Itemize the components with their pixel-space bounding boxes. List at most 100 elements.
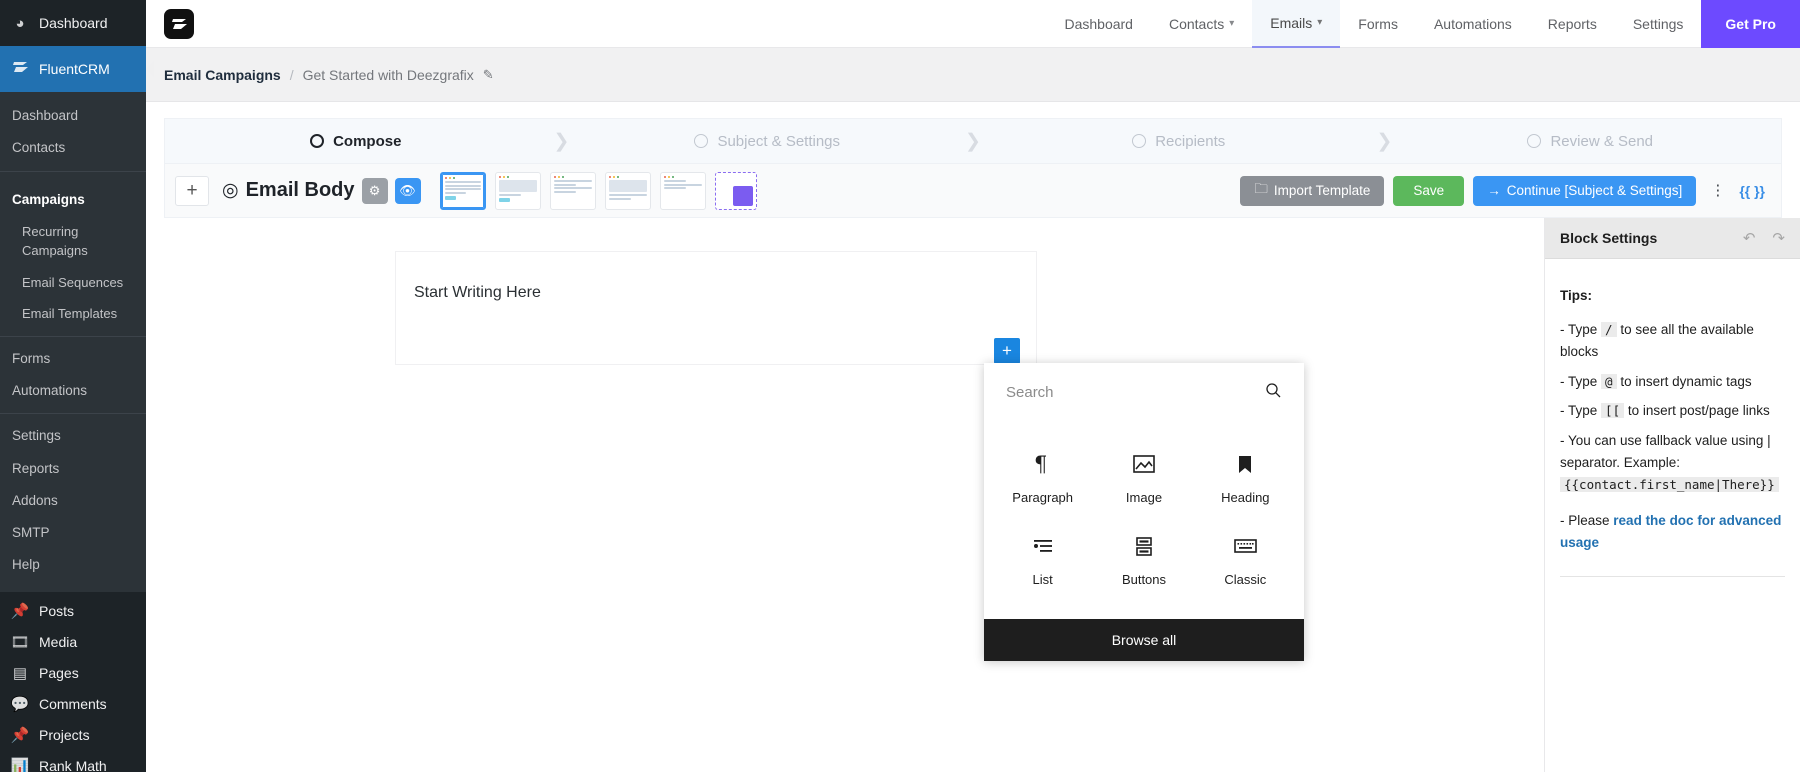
step-subject-settings[interactable]: Subject & Settings <box>577 133 959 150</box>
continue-label: Continue [Subject & Settings] <box>1507 183 1683 198</box>
nav-automations[interactable]: Automations <box>1416 0 1530 48</box>
wp-lower-menu: 📌 Posts 🎞 Media ▤ Pages 💬 Comments 📌 Pro… <box>0 592 146 772</box>
sidebar-item-pages[interactable]: ▤ Pages <box>0 658 146 689</box>
template-thumb-simple-text[interactable] <box>440 172 486 210</box>
sidebar-item-label: Posts <box>39 603 74 619</box>
step-review-send[interactable]: Review & Send <box>1400 133 1782 150</box>
eye-icon[interactable]: 👁 <box>395 178 421 204</box>
get-pro-button[interactable]: Get Pro <box>1701 0 1800 48</box>
tip-2-pre: - Type <box>1560 374 1597 389</box>
submenu-dashboard[interactable]: Dashboard <box>0 100 146 132</box>
sidebar-item-posts[interactable]: 📌 Posts <box>0 596 146 627</box>
nav-contacts[interactable]: Contacts ▾ <box>1151 0 1252 48</box>
submenu-reports[interactable]: Reports <box>0 453 146 485</box>
chevron-down-icon: ▾ <box>1229 18 1234 29</box>
tip-3-pre: - Type <box>1560 403 1597 418</box>
history-actions: ↶ ↷ <box>1743 229 1785 247</box>
submenu-forms[interactable]: Forms <box>0 343 146 375</box>
submenu-recurring-campaigns[interactable]: Recurring Campaigns <box>0 216 146 267</box>
block-search-input[interactable] <box>1006 384 1257 401</box>
submenu-help[interactable]: Help <box>0 549 146 581</box>
nav-label: Dashboard <box>1064 16 1133 32</box>
plugin-nav: Dashboard Contacts ▾ Emails ▾ Forms Auto… <box>1046 0 1800 48</box>
nav-settings[interactable]: Settings <box>1615 0 1702 48</box>
breadcrumb-root[interactable]: Email Campaigns <box>164 67 281 83</box>
tip-2-code: @ <box>1601 374 1617 389</box>
campaign-editor: Compose ❯ Subject & Settings ❯ Recipient… <box>146 102 1800 772</box>
nav-label: Reports <box>1548 16 1597 32</box>
email-document[interactable]: Start Writing Here <box>396 252 1036 364</box>
nav-emails[interactable]: Emails ▾ <box>1252 0 1340 48</box>
save-button[interactable]: Save <box>1393 176 1464 206</box>
step-compose[interactable]: Compose <box>165 133 547 150</box>
submenu-contacts[interactable]: Contacts <box>0 132 146 164</box>
block-inserter-toggle[interactable]: + <box>994 338 1020 364</box>
block-settings-body: Tips: - Type / to see all the available … <box>1545 259 1800 577</box>
block-item-classic[interactable]: Classic <box>1195 519 1296 601</box>
template-thumb-code[interactable] <box>660 172 706 210</box>
sidebar-item-label: Media <box>39 634 77 650</box>
submenu-smtp[interactable]: SMTP <box>0 517 146 549</box>
email-canvas[interactable]: Start Writing Here + <box>146 218 1545 772</box>
sidebar-item-media[interactable]: 🎞 Media <box>0 627 146 658</box>
block-label: Paragraph <box>1012 490 1073 505</box>
submenu-email-sequences[interactable]: Email Sequences <box>0 267 146 299</box>
tip-4: - You can use fallback value using | sep… <box>1560 430 1785 496</box>
tip-1-code: / <box>1601 322 1617 337</box>
fluentcrm-logo-icon[interactable] <box>164 9 194 39</box>
submenu-email-templates[interactable]: Email Templates <box>0 298 146 330</box>
template-thumb-image-text[interactable] <box>495 172 541 210</box>
nav-label: Settings <box>1633 16 1684 32</box>
paragraph-placeholder[interactable]: Start Writing Here <box>414 284 541 302</box>
sidebar-item-rank-math[interactable]: 📊 Rank Math <box>0 751 146 772</box>
import-template-button[interactable]: 🗀 Import Template <box>1240 176 1384 206</box>
classic-keyboard-icon <box>1234 533 1257 559</box>
tip-4-text: - You can use fallback value using | sep… <box>1560 433 1771 470</box>
step-label: Review & Send <box>1550 133 1653 150</box>
submenu-automations[interactable]: Automations <box>0 375 146 407</box>
redo-icon[interactable]: ↷ <box>1772 229 1785 247</box>
browse-all-button[interactable]: Browse all <box>984 619 1304 661</box>
sidebar-item-fluentcrm[interactable]: FluentCRM <box>0 46 146 92</box>
sidebar-item-dashboard[interactable]: ◕ Dashboard <box>0 0 146 46</box>
folder-icon: 🗀 <box>1254 179 1268 202</box>
kebab-menu-icon[interactable]: ⋮ <box>1705 183 1730 198</box>
submenu-divider-3 <box>0 413 146 414</box>
dashboard-icon: ◕ <box>10 15 30 32</box>
chevron-down-icon: ▾ <box>1317 17 1322 28</box>
gear-icon[interactable]: ⚙ <box>362 178 388 204</box>
block-item-buttons[interactable]: Buttons <box>1093 519 1194 601</box>
search-icon[interactable] <box>1265 382 1282 404</box>
smartcodes-icon[interactable]: {{ }} <box>1739 183 1771 199</box>
step-recipients[interactable]: Recipients <box>988 133 1370 150</box>
sidebar-item-projects[interactable]: 📌 Projects <box>0 720 146 751</box>
block-item-heading[interactable]: Heading <box>1195 437 1296 519</box>
target-icon: ◎ <box>222 179 239 202</box>
submenu-campaigns[interactable]: Campaigns <box>0 178 146 216</box>
nav-forms[interactable]: Forms <box>1340 0 1416 48</box>
submenu-settings[interactable]: Settings <box>0 420 146 452</box>
nav-reports[interactable]: Reports <box>1530 0 1615 48</box>
block-item-image[interactable]: Image <box>1093 437 1194 519</box>
block-item-list[interactable]: List <box>992 519 1093 601</box>
pencil-icon[interactable]: ✎ <box>483 67 494 83</box>
continue-button[interactable]: → Continue [Subject & Settings] <box>1473 176 1696 206</box>
svg-text:¶: ¶ <box>1034 453 1047 475</box>
add-block-button[interactable]: + <box>175 176 209 206</box>
submenu-addons[interactable]: Addons <box>0 485 146 517</box>
tip-2: - Type @ to insert dynamic tags <box>1560 371 1785 393</box>
undo-icon[interactable]: ↶ <box>1743 229 1756 247</box>
sidebar-item-label: Rank Math <box>39 758 107 772</box>
block-inserter-popover: ¶ Paragraph <box>984 363 1304 661</box>
step-circle-icon <box>310 134 324 148</box>
block-item-paragraph[interactable]: ¶ Paragraph <box>992 437 1093 519</box>
pin-icon: 📌 <box>10 726 30 744</box>
block-settings-title: Block Settings <box>1560 230 1657 246</box>
nav-dashboard[interactable]: Dashboard <box>1046 0 1151 48</box>
template-thumb-text-list[interactable] <box>550 172 596 210</box>
block-label: Heading <box>1221 490 1269 505</box>
sidebar-item-comments[interactable]: 💬 Comments <box>0 689 146 720</box>
template-thumb-custom-block[interactable] <box>715 172 757 210</box>
tip-1: - Type / to see all the available blocks <box>1560 319 1785 363</box>
template-thumb-plain-document[interactable] <box>605 172 651 210</box>
